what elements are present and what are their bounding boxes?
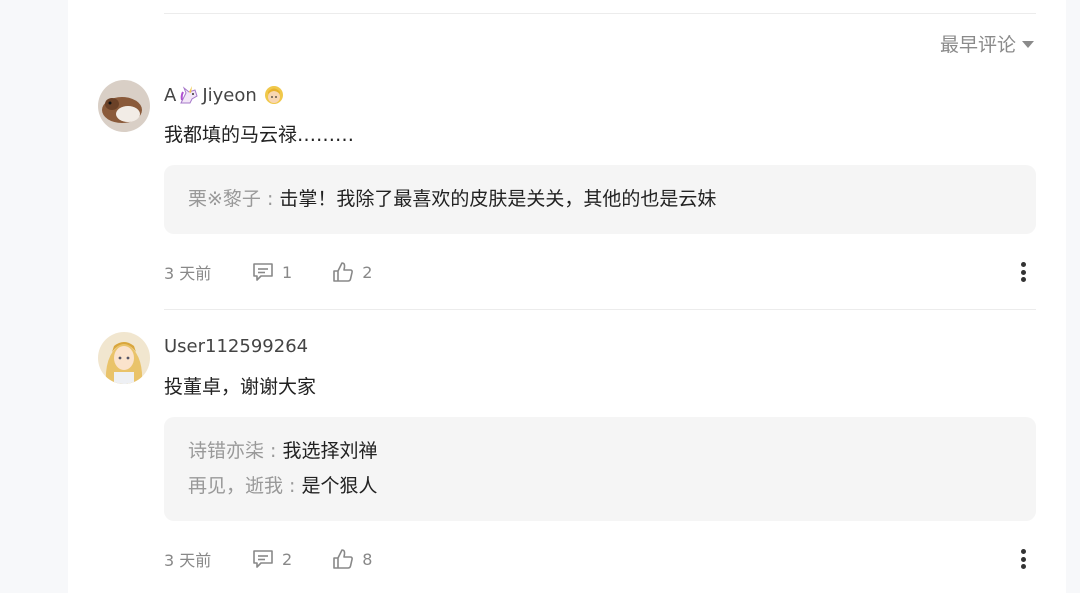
avatar[interactable]: [98, 80, 150, 132]
thumbs-up-icon: [333, 262, 354, 282]
comment-icon: [253, 550, 273, 568]
reply-separator: :: [260, 188, 280, 210]
comment-icon: [253, 263, 273, 281]
reply-author[interactable]: 再见，逝我: [188, 475, 283, 497]
comment-actions: 3 天前 1 2: [164, 260, 1036, 284]
blonde-girl-icon: [264, 86, 283, 104]
comment-time: 3 天前: [164, 551, 212, 570]
username[interactable]: A Jiyeon: [164, 84, 285, 106]
comment-text: 我都填的马云禄………: [164, 124, 355, 146]
reply-text: 是个狠人: [301, 475, 378, 497]
more-options-icon[interactable]: [1020, 547, 1026, 571]
reply-author[interactable]: 诗错亦柒: [188, 440, 264, 462]
avatar[interactable]: [98, 332, 150, 384]
reply-button[interactable]: 2: [252, 549, 292, 569]
reply-box[interactable]: 诗错亦柒 : 我选择刘禅 再见，逝我 : 是个狠人: [164, 417, 1036, 521]
reply-separator: :: [264, 440, 283, 462]
username-name: User112599264: [164, 336, 309, 357]
like-button[interactable]: 2: [332, 261, 372, 283]
reply-button[interactable]: 1: [252, 262, 292, 282]
username-name: Jiyeon: [202, 84, 257, 106]
reply-text: 击掌！我除了最喜欢的皮肤是关关，其他的也是云妹: [279, 188, 717, 210]
like-button[interactable]: 8: [332, 548, 372, 570]
reply-item[interactable]: 栗※黎子 : 击掌！我除了最喜欢的皮肤是关关，其他的也是云妹: [188, 184, 716, 211]
thumbs-up-icon: [333, 549, 354, 569]
comment-text: 投董卓，谢谢大家: [164, 376, 317, 398]
reply-count: 2: [282, 549, 293, 569]
reply-author[interactable]: 栗※黎子: [188, 188, 261, 210]
divider: [164, 13, 1036, 14]
more-options-icon[interactable]: [1020, 260, 1026, 284]
reply-count: 1: [282, 262, 293, 282]
comment-time: 3 天前: [164, 264, 212, 283]
reply-text: 我选择刘禅: [282, 440, 378, 462]
username-prefix: A: [164, 84, 177, 106]
reply-item[interactable]: 诗错亦柒 : 我选择刘禅: [188, 436, 378, 463]
username[interactable]: User112599264: [164, 336, 308, 357]
caret-down-icon: [1022, 40, 1034, 48]
sort-label: 最早评论: [939, 33, 1016, 56]
sort-dropdown[interactable]: 最早评论: [940, 30, 1034, 56]
reply-item[interactable]: 再见，逝我 : 是个狠人: [188, 471, 378, 498]
comment-actions: 3 天前 2 8: [164, 547, 1036, 571]
comments-panel: 最早评论 A Jiyeon 我都填的马云禄……… 栗※黎子: 击掌！我除了最喜…: [68, 0, 1066, 593]
reply-separator: :: [283, 475, 302, 497]
divider: [164, 309, 1036, 310]
reply-box[interactable]: 栗※黎子 : 击掌！我除了最喜欢的皮肤是关关，其他的也是云妹: [164, 165, 1036, 234]
like-count: 8: [362, 549, 373, 569]
unicorn-icon: [180, 86, 198, 104]
like-count: 2: [362, 262, 373, 282]
